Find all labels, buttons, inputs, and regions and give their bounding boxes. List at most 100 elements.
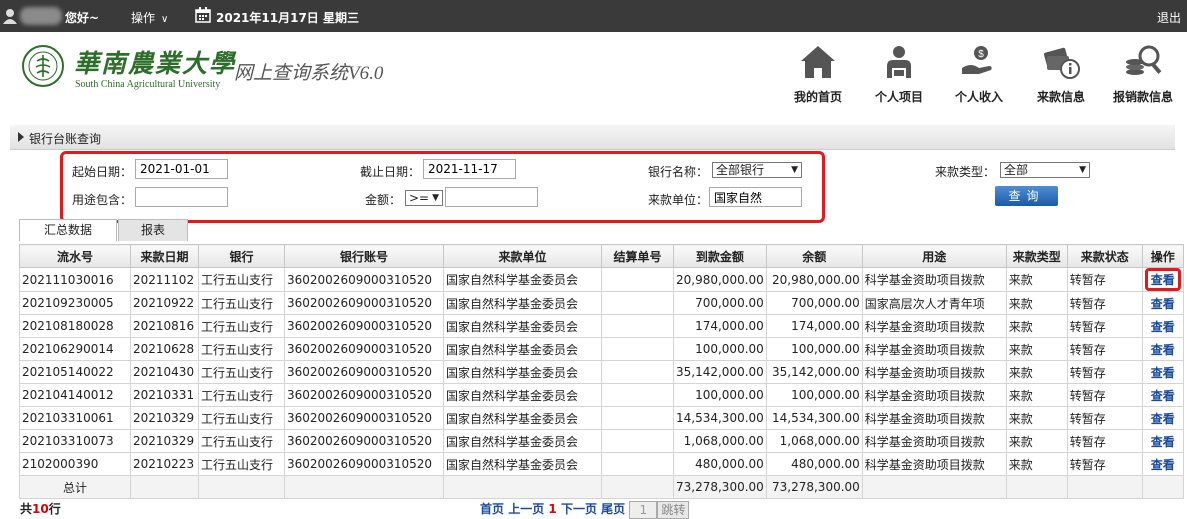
chevron-down-icon: ∨	[161, 14, 169, 25]
amount-input[interactable]	[445, 187, 538, 207]
view-cell[interactable]: 查看	[1141, 429, 1184, 453]
start-date-input[interactable]	[135, 159, 228, 179]
table-cell: 3602002609000310520	[284, 452, 444, 476]
payer-input[interactable]	[709, 187, 802, 207]
income-icon: $	[962, 46, 992, 74]
page-number-input[interactable]: 1	[629, 500, 658, 519]
table-header-row: 流水号 来款日期 银行 银行账号 来款单位 结算单号 到款金额 余额 用途 来款…	[19, 244, 1184, 268]
table-row: 202106290014 20210628 工行五山支行 36020026090003…	[19, 337, 1184, 361]
table-cell: 科学基金资助项目拨款	[861, 360, 1007, 384]
table-cell: 202104140012	[19, 383, 131, 407]
bank-select[interactable]: 全部银行 ▼	[712, 162, 802, 178]
table-cell: 14,534,300.00	[673, 406, 767, 430]
tab-report[interactable]: 报表	[118, 219, 188, 241]
section-title: 银行台账查询	[29, 132, 102, 146]
last-page-link[interactable]: 尾页	[601, 502, 625, 516]
payer-label: 来款单位：	[648, 193, 709, 207]
next-page-link[interactable]: 下一页	[561, 502, 597, 516]
nav-payment-info[interactable]: 来款信息	[1026, 42, 1096, 105]
table-row: 202105140022 20210430 工行五山支行 36020026090003…	[19, 360, 1184, 384]
first-page-link[interactable]: 首页	[480, 502, 504, 516]
payment-type-select-value: 全部	[1004, 163, 1029, 177]
row-count-suffix: 行	[48, 502, 61, 516]
table-cell: 来款	[1005, 452, 1068, 476]
total-cell	[443, 475, 602, 499]
view-link[interactable]: 查看	[1151, 366, 1175, 380]
query-button[interactable]: 查询	[995, 186, 1058, 206]
table-cell: 科学基金资助项目拨款	[861, 452, 1007, 476]
payment-type-label: 来款类型：	[935, 165, 996, 179]
table-cell: 转暂存	[1066, 383, 1143, 407]
table-cell: 20210922	[130, 291, 199, 315]
usage-input[interactable]	[135, 187, 228, 207]
view-link[interactable]: 查看	[1151, 412, 1175, 426]
view-cell[interactable]: 查看	[1141, 337, 1184, 361]
table-cell: 工行五山支行	[198, 383, 285, 407]
table-cell: 202103310073	[19, 429, 131, 453]
table-cell: 国家高层次人才青年项	[861, 291, 1007, 315]
home-icon	[801, 46, 835, 78]
table-cell: 转暂存	[1066, 452, 1143, 476]
table-row: 202111030016 20211102 工行五山支行 36020026090003…	[19, 267, 1184, 292]
table-cell: 工行五山支行	[198, 360, 285, 384]
nav-personal-project[interactable]: 个人项目	[864, 42, 934, 105]
table-cell	[601, 314, 674, 338]
end-date-input[interactable]	[423, 159, 516, 179]
view-link[interactable]: 查看	[1151, 389, 1175, 403]
view-cell[interactable]: 查看	[1141, 291, 1184, 315]
prev-page-link[interactable]: 上一页	[508, 502, 544, 516]
jump-button[interactable]: 跳转	[657, 500, 690, 519]
table-cell: 1,068,000.00	[765, 429, 863, 453]
view-cell[interactable]: 查看	[1141, 267, 1184, 292]
view-cell[interactable]: 查看	[1141, 360, 1184, 384]
total-cell: 73,278,300.00	[765, 475, 863, 499]
table-cell	[601, 452, 674, 476]
view-link[interactable]: 查看	[1151, 343, 1175, 357]
view-link[interactable]: 查看	[1151, 297, 1175, 311]
view-link[interactable]: 查看	[1144, 268, 1181, 291]
table-cell: 35,142,000.00	[673, 360, 767, 384]
table-cell: 20,980,000.00	[673, 267, 767, 292]
end-date-label: 截止日期：	[360, 165, 421, 179]
total-cell: 总计	[19, 475, 131, 499]
view-cell[interactable]: 查看	[1141, 452, 1184, 476]
view-link[interactable]: 查看	[1151, 435, 1175, 449]
university-name-en: South China Agricultural University	[75, 79, 221, 90]
tab-summary[interactable]: 汇总数据	[19, 219, 117, 241]
view-link[interactable]: 查看	[1151, 320, 1175, 334]
table-cell: 700,000.00	[765, 291, 863, 315]
row-count-number: 10	[32, 502, 49, 516]
table-cell: 3602002609000310520	[284, 314, 444, 338]
amount-label: 金额：	[365, 193, 402, 207]
total-cell	[1066, 475, 1143, 499]
nav-home[interactable]: 我的首页	[783, 42, 853, 105]
table-cell: 480,000.00	[673, 452, 767, 476]
table-cell: 工行五山支行	[198, 314, 285, 338]
logout-link[interactable]: 退出	[1157, 9, 1181, 26]
view-cell[interactable]: 查看	[1141, 383, 1184, 407]
table-cell: 科学基金资助项目拨款	[861, 314, 1007, 338]
table-cell: 202105140022	[19, 360, 131, 384]
nav-home-label: 我的首页	[793, 90, 842, 104]
view-link[interactable]: 查看	[1151, 458, 1175, 472]
table-cell: 2102000390	[19, 452, 131, 476]
table-cell: 科学基金资助项目拨款	[861, 267, 1007, 292]
view-cell[interactable]: 查看	[1141, 406, 1184, 430]
table-cell	[601, 337, 674, 361]
nav-personal-income[interactable]: $ 个人收入	[944, 42, 1014, 105]
nav-reimburse-info[interactable]: 报销款信息	[1106, 42, 1180, 105]
payment-type-select[interactable]: 全部 ▼	[1000, 162, 1090, 178]
table-cell: 转暂存	[1066, 406, 1143, 430]
operations-menu[interactable]: 操作 ∨	[131, 9, 168, 26]
payment-info-icon	[1044, 47, 1080, 79]
amount-operator-select[interactable]: >= ▼	[405, 190, 443, 206]
col-header: 用途	[861, 244, 1007, 268]
table-cell: 20210329	[130, 429, 199, 453]
table-cell: 工行五山支行	[198, 291, 285, 315]
table-cell: 国家自然科学基金委员会	[443, 383, 602, 407]
view-cell[interactable]: 查看	[1141, 314, 1184, 338]
table-cell: 来款	[1005, 383, 1068, 407]
col-header: 来款单位	[443, 244, 602, 268]
current-page: 1	[548, 502, 557, 516]
table-cell: 3602002609000310520	[284, 267, 444, 292]
